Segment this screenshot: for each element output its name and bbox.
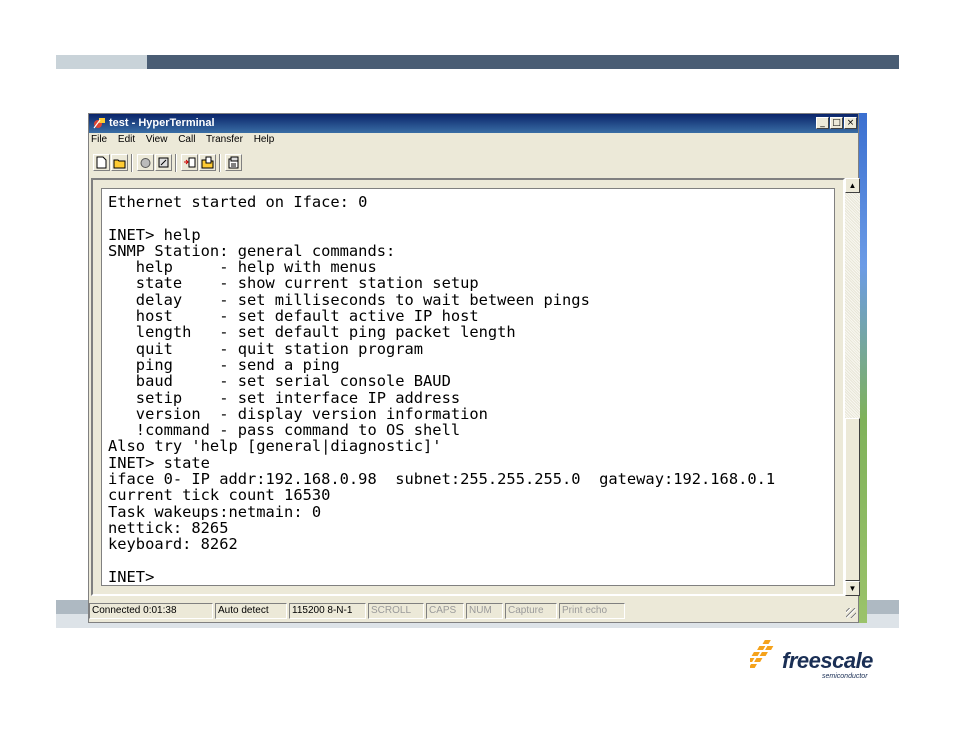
slide-header-right-bar [147,55,899,69]
terminal-line: setip - set interface IP address [108,388,461,407]
terminal-line: INET> state [108,453,210,472]
freescale-tagline: semiconductor [822,673,868,680]
terminal-line: state - show current station setup [108,274,479,293]
terminal-line: ping - send a ping [108,355,340,374]
disconnect-icon[interactable] [137,154,154,171]
status-print-echo: Print echo [559,603,625,619]
terminal-line: INET> help [108,225,201,244]
hyperterminal-window: test - HyperTerminal _ □ × File Edit Vie… [88,113,860,623]
title-bar[interactable]: test - HyperTerminal _ □ × [89,114,858,133]
terminal-line: INET> [108,567,155,586]
terminal-line: !command - pass command to OS shell [108,421,461,440]
open-icon[interactable] [111,154,128,171]
terminal-line: host - set default active IP host [108,307,479,326]
status-caps: CAPS [426,603,464,619]
properties-icon[interactable] [225,154,242,171]
status-scroll: SCROLL [368,603,424,619]
terminal-line: SNMP Station: general commands: [108,241,396,260]
terminal-screen[interactable]: Ethernet started on Iface: 0 INET> help … [101,188,835,586]
hyperterminal-app-icon[interactable] [92,116,106,130]
scroll-down-button[interactable]: ▼ [845,581,860,596]
terminal-line: Also try 'help [general|diagnostic]' [108,437,442,456]
status-connected: Connected 0:01:38 [89,603,213,619]
desktop-background [859,113,867,623]
vertical-scrollbar[interactable]: ▲ ▼ [845,178,860,596]
terminal-line: iface 0- IP addr:192.168.0.98 subnet:255… [108,470,776,489]
terminal-line: help - help with menus [108,258,377,277]
toolbar-separator [175,154,177,172]
toolbar-separator [131,154,133,172]
terminal-line: delay - set milliseconds to wait between… [108,290,590,309]
freescale-logo: freescale semiconductor [750,636,890,686]
terminal-output: Ethernet started on Iface: 0 INET> help … [108,194,775,585]
menu-call[interactable]: Call [178,134,195,145]
minimize-button[interactable]: _ [816,117,829,129]
terminal-line: Ethernet started on Iface: 0 [108,193,368,211]
receive-icon[interactable] [199,154,216,171]
scroll-up-button[interactable]: ▲ [845,178,860,193]
menu-help[interactable]: Help [254,134,275,145]
terminal-line: baud - set serial console BAUD [108,372,451,391]
terminal-line: version - display version information [108,404,488,423]
terminal-line: keyboard: 8262 [108,535,238,554]
terminal-frame: Ethernet started on Iface: 0 INET> help … [91,178,845,596]
maximize-button[interactable]: □ [830,117,843,129]
menu-file[interactable]: File [91,134,107,145]
scroll-thumb[interactable] [845,418,860,581]
freescale-logo-mark [750,640,774,668]
terminal-line: quit - quit station program [108,339,424,358]
connect-icon[interactable] [155,154,172,171]
send-icon[interactable] [181,154,198,171]
window-title: test - HyperTerminal [109,117,215,129]
status-port: 115200 8-N-1 [289,603,366,619]
status-capture: Capture [505,603,557,619]
resize-grip[interactable] [846,608,856,618]
menu-bar: File Edit View Call Transfer Help [91,134,282,150]
toolbar-separator [219,154,221,172]
status-num: NUM [466,603,503,619]
menu-view[interactable]: View [146,134,168,145]
menu-transfer[interactable]: Transfer [206,134,243,145]
status-detect: Auto detect [215,603,287,619]
slide-header-left-bar [56,55,148,69]
terminal-line: nettick: 8265 [108,518,229,537]
menu-edit[interactable]: Edit [118,134,135,145]
terminal-line: Task wakeups:netmain: 0 [108,502,322,521]
freescale-wordmark: freescale [782,648,873,673]
status-bar: Connected 0:01:38 Auto detect 115200 8-N… [89,602,858,620]
close-button[interactable]: × [844,117,857,129]
terminal-line: length - set default ping packet length [108,323,516,342]
new-icon[interactable] [93,154,110,171]
terminal-line: current tick count 16530 [108,486,331,505]
